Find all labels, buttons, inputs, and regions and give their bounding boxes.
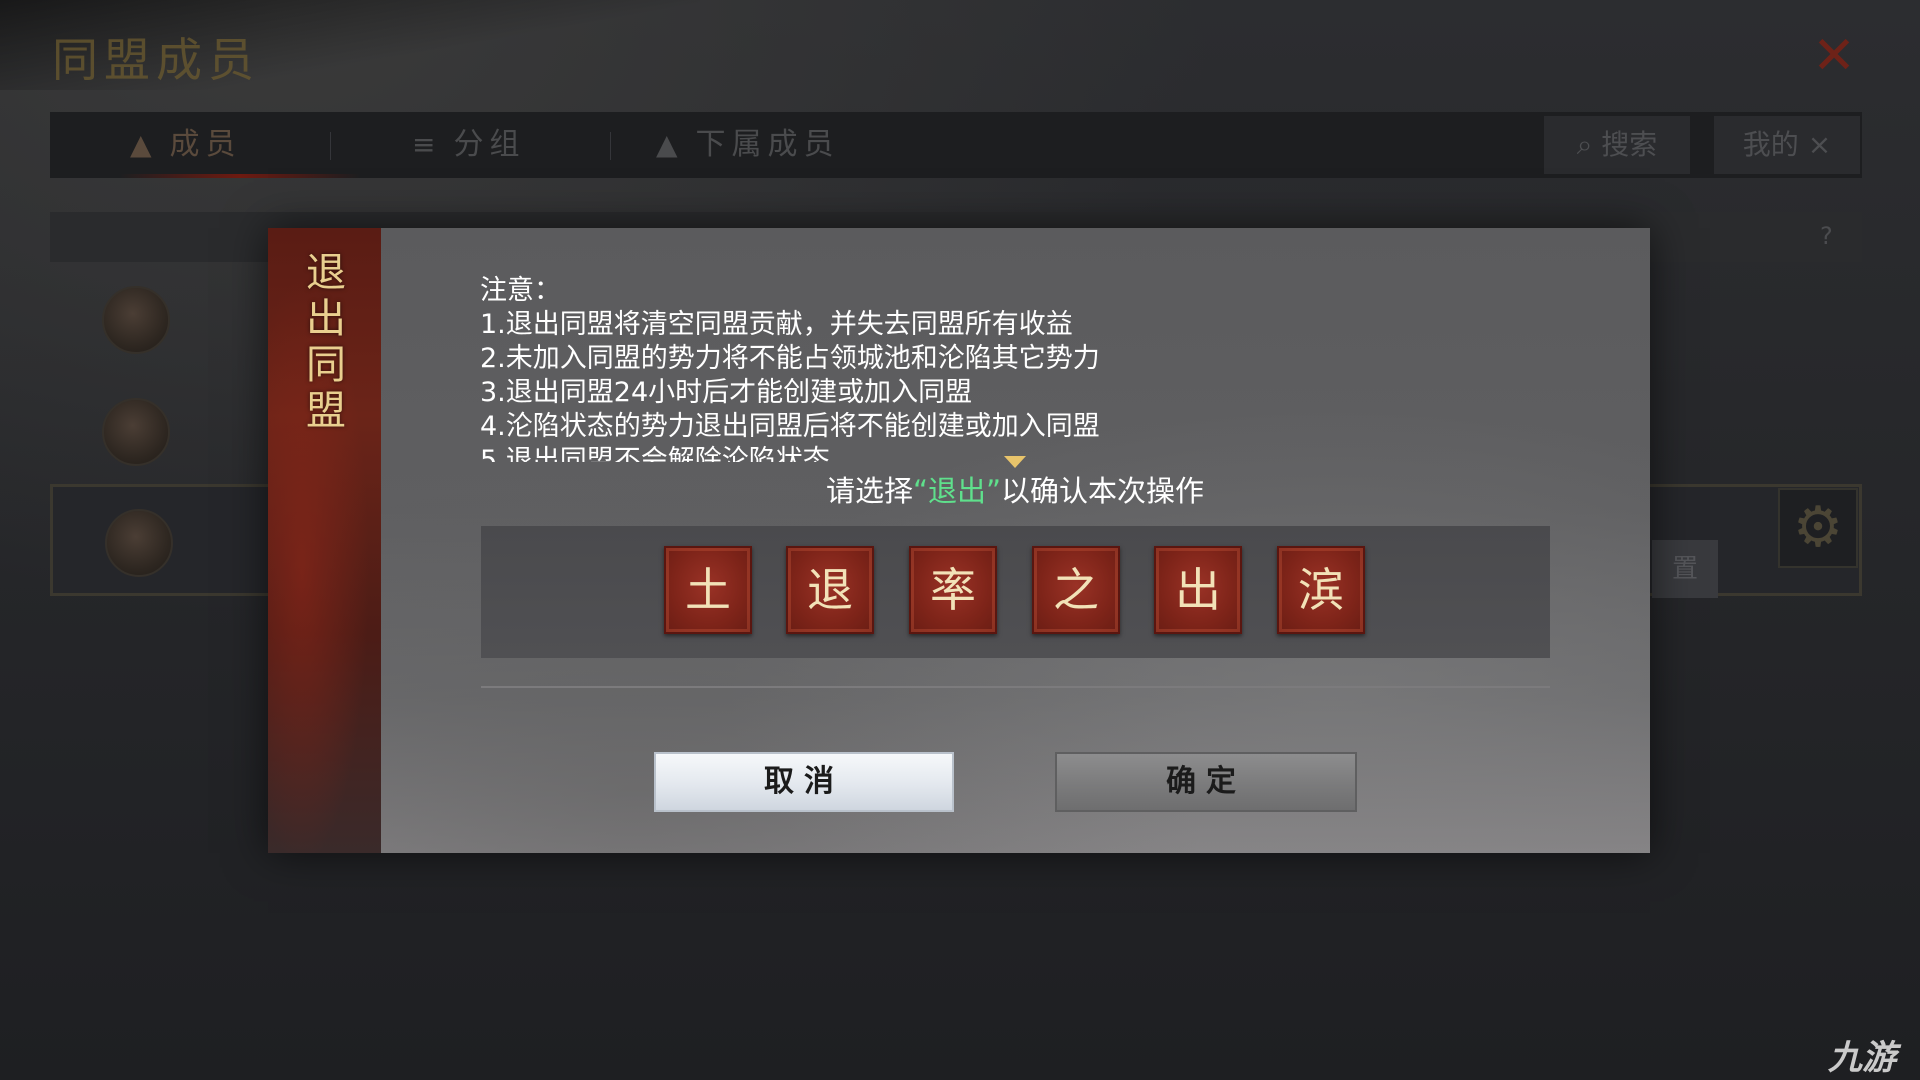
close-icon[interactable]: ✕ [1808,30,1860,82]
tab-subordinates[interactable]: ▲ 下属成员 [656,112,840,178]
cancel-button[interactable]: 取消 [654,752,954,812]
tab-separator [610,132,611,160]
tab-separator [330,132,331,160]
tab-members[interactable]: ▲ 成员 [130,112,242,178]
confirm-button[interactable]: 确定 [1055,752,1357,812]
scroll-down-arrow-icon[interactable] [1004,456,1026,468]
list-icon: ≡ [412,128,442,161]
notice-line: 4.沦陷状态的势力退出同盟后将不能创建或加入同盟 [480,411,1100,442]
help-icon[interactable]: ? [1820,222,1833,250]
filter-button[interactable]: 我的 × [1714,116,1860,174]
page-title: 同盟成员 [52,33,260,87]
tab-active-underline [120,174,360,178]
gear-icon[interactable]: ⚙ [1778,488,1858,568]
title-char: 退 [306,250,346,296]
tab-label: 成员 [169,127,242,162]
title-char: 出 [306,296,346,342]
tab-label: 分组 [453,127,526,162]
char-button[interactable]: 率 [909,546,997,634]
prompt-text: 以确认本次操作 [1001,474,1205,508]
search-label: 搜索 [1601,128,1658,161]
notice-line: 2.未加入同盟的势力将不能占领城池和沦陷其它势力 [480,343,1100,374]
char-button[interactable]: 滨 [1277,546,1365,634]
divider [481,686,1550,688]
char-button[interactable]: 出 [1154,546,1242,634]
notice-line: 3.退出同盟24小时后才能创建或加入同盟 [480,377,973,408]
char-button[interactable]: 土 [664,546,752,634]
notice-line: 注意： [480,275,561,306]
member-icon: ▲ [130,128,158,161]
title-char: 同 [306,342,346,388]
char-button[interactable]: 退 [786,546,874,634]
tab-groups[interactable]: ≡ 分组 [412,112,525,178]
avatar [105,509,173,577]
prompt-highlight: “退出” [912,474,1002,508]
title-char: 盟 [306,388,346,434]
avatar [102,286,170,354]
tab-label: 下属成员 [695,127,840,162]
filter-close-icon: × [1807,128,1832,161]
dialog-side-panel: 退 出 同 盟 [268,228,383,853]
person-icon: ▲ [656,128,684,161]
notice-line: 5.退出同盟不会解除沦陷状态 [480,445,830,462]
confirm-prompt: 请选择“退出”以确认本次操作 [600,468,1430,510]
notice-line: 1.退出同盟将清空同盟贡献，并失去同盟所有收益 [480,309,1073,340]
char-button[interactable]: 之 [1032,546,1120,634]
filter-label: 我的 [1742,128,1799,161]
avatar [102,398,170,466]
notice-text[interactable]: 注意： 1.退出同盟将清空同盟贡献，并失去同盟所有收益 2.未加入同盟的势力将不… [480,274,1220,462]
character-selection-panel: 土 退 率 之 出 滨 [481,526,1550,658]
watermark-logo: 九游 [1828,1038,1896,1078]
search-icon: ⌕ [1576,128,1602,161]
prompt-text: 请选择 [825,474,913,508]
search-button[interactable]: ⌕ 搜索 [1544,116,1690,174]
dialog-title: 退 出 同 盟 [296,250,356,434]
row-action-button[interactable]: 置 [1652,540,1718,598]
